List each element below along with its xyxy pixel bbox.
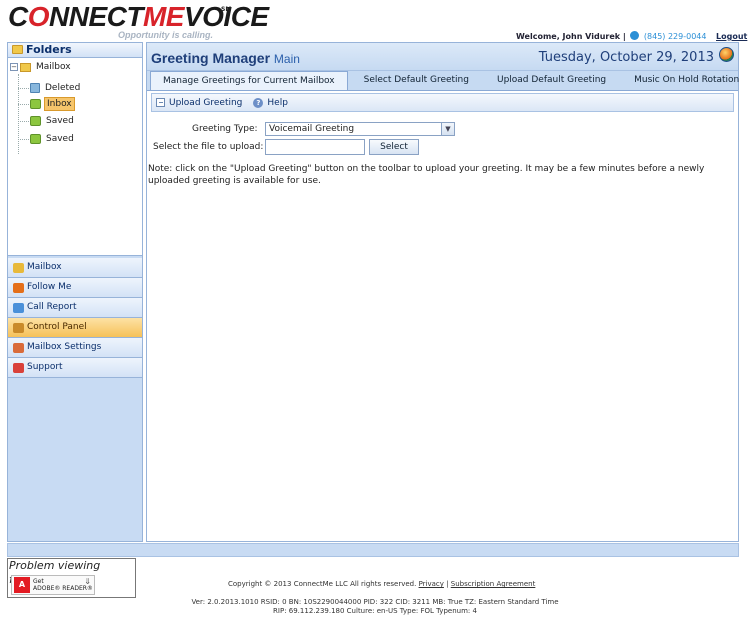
help-button[interactable]: ? Help (253, 97, 288, 108)
nav-support[interactable]: Support (8, 358, 142, 378)
tree-root-mailbox[interactable]: − Mailbox (10, 61, 73, 73)
get-adobe-reader-button[interactable]: A Get ADOBE® READER® ⇓ (11, 575, 95, 595)
follow-me-icon (13, 282, 24, 293)
greeting-type-label: Greeting Type: (192, 124, 258, 134)
upload-greeting-button[interactable]: Upload Greeting (156, 98, 242, 108)
adobe-logo-icon: A (14, 577, 30, 593)
phone-icon (630, 31, 640, 40)
inbox-folder-icon (30, 99, 41, 109)
welcome-bar: Welcome, John Vidurek | (845) 229-0044 L… (516, 31, 747, 41)
connectmevoice-logo: CONNECTMEVOICE SM Opportunity is calling… (8, 1, 269, 41)
folder-icon (12, 45, 23, 54)
folder-tree: − Mailbox Deleted Inbox Saved Saved (8, 58, 142, 256)
fax-help-box: Problem viewing faxes? A Get ADOBE® READ… (7, 558, 136, 598)
folders-header: Folders (8, 43, 142, 58)
tagline: Opportunity is calling. (118, 30, 214, 40)
deleted-folder-icon (30, 83, 40, 93)
help-icon: ? (253, 97, 264, 108)
nav-control-panel[interactable]: Control Panel (8, 318, 142, 338)
logout-link[interactable]: Logout (716, 32, 747, 41)
upload-icon (156, 98, 165, 107)
saved-folder-icon (30, 134, 41, 144)
collapse-icon[interactable]: − (10, 63, 18, 71)
upload-form: Greeting Type: Voicemail Greeting ▼ Sele… (147, 112, 738, 192)
nav-follow-me[interactable]: Follow Me (8, 278, 142, 298)
current-date: Tuesday, October 29, 2013 (538, 50, 714, 65)
tree-item-saved[interactable]: Saved (30, 115, 76, 127)
support-icon (13, 362, 24, 373)
logo-o-red: O (27, 1, 50, 32)
tree-item-inbox[interactable]: Inbox (30, 97, 75, 111)
tree-item-saved-2[interactable]: Saved (30, 133, 76, 145)
mailbox-folder-icon (20, 62, 31, 72)
page-title: Greeting Manager Main (151, 50, 300, 66)
main-panel: Greeting Manager Main Tuesday, October 2… (146, 42, 739, 542)
file-upload-label: Select the file to upload: (153, 142, 264, 152)
tab-music-on-hold[interactable]: Music On Hold Rotation (622, 71, 750, 90)
tab-upload-default-greeting[interactable]: Upload Default Greeting (485, 71, 618, 90)
welcome-text: Welcome, John Vidurek | (516, 32, 626, 41)
page-title-bar: Greeting Manager Main Tuesday, October 2… (147, 43, 738, 71)
greeting-type-select[interactable]: Voicemail Greeting ▼ (265, 122, 455, 136)
sidebar: Folders − Mailbox Deleted Inbox Saved Sa… (7, 42, 143, 542)
nav-mailbox-settings[interactable]: Mailbox Settings (8, 338, 142, 358)
chevron-down-icon[interactable]: ▼ (441, 123, 454, 135)
toolbar: Upload Greeting ? Help (151, 93, 734, 112)
call-report-icon (13, 302, 24, 313)
upload-note: Note: click on the "Upload Greeting" but… (148, 164, 705, 186)
mailbox-settings-icon (13, 342, 24, 353)
tab-bar: Manage Greetings for Current Mailbox Sel… (147, 71, 739, 91)
download-arrow-icon: ⇓ (84, 577, 91, 586)
globe-icon (719, 47, 734, 62)
version-info: Ver: 2.0.2013.1010 RSID: 0 BN: 10S229004… (191, 598, 559, 615)
sidebar-nav: Mailbox Follow Me Call Report Control Pa… (8, 258, 142, 378)
select-file-button[interactable]: Select (369, 139, 419, 155)
copyright-line: Copyright © 2013 ConnectMe LLC All right… (228, 580, 536, 588)
tree-item-deleted[interactable]: Deleted (30, 82, 82, 94)
phone-number: (845) 229-0044 (643, 32, 707, 41)
status-bar (7, 543, 739, 557)
mailbox-icon (13, 262, 24, 273)
nav-call-report[interactable]: Call Report (8, 298, 142, 318)
subscription-agreement-link[interactable]: Subscription Agreement (451, 580, 536, 588)
tab-select-default-greeting[interactable]: Select Default Greeting (352, 71, 481, 90)
control-panel-icon (13, 322, 24, 333)
file-path-input[interactable] (265, 139, 365, 155)
privacy-link[interactable]: Privacy (419, 580, 444, 588)
saved-folder-icon (30, 116, 41, 126)
tab-manage-greetings[interactable]: Manage Greetings for Current Mailbox (150, 71, 348, 90)
nav-mailbox[interactable]: Mailbox (8, 258, 142, 278)
